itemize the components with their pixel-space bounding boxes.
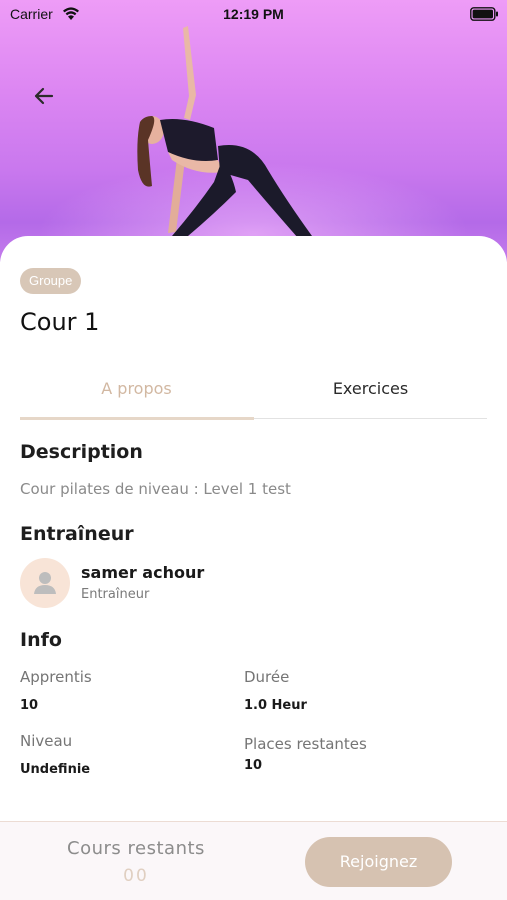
description-heading: Description xyxy=(20,441,143,463)
join-button[interactable]: Rejoignez xyxy=(305,837,452,887)
description-text: Cour pilates de niveau : Level 1 test xyxy=(20,480,291,498)
user-icon xyxy=(34,572,56,594)
tab-exercices[interactable]: Exercices xyxy=(254,368,487,418)
status-bar: Carrier 12:19 PM xyxy=(0,0,507,30)
niveau-value: Undefinie xyxy=(20,762,91,777)
course-title: Cour 1 xyxy=(20,308,100,336)
arrow-left-icon xyxy=(34,87,54,105)
apprentis-value: 10 xyxy=(20,698,39,713)
info-heading: Info xyxy=(20,629,62,651)
tab-bar: A propos Exercices xyxy=(20,368,487,420)
clock: 12:19 PM xyxy=(223,6,284,22)
coach-heading: Entraîneur xyxy=(20,523,134,545)
coach-name: samer achour xyxy=(81,563,205,582)
hero-image xyxy=(0,0,507,262)
battery-icon xyxy=(470,7,498,21)
apprentis-label: Apprentis xyxy=(20,668,92,686)
back-button[interactable] xyxy=(26,78,62,114)
niveau-label: Niveau xyxy=(20,732,73,750)
avatar xyxy=(20,558,70,608)
places-value: 10 xyxy=(244,758,263,773)
duree-value: 1.0 Heur xyxy=(244,698,307,713)
duree-label: Durée xyxy=(244,668,290,686)
places-label: Places restantes xyxy=(244,735,367,753)
active-tab-indicator xyxy=(20,417,254,420)
tab-a-propos[interactable]: A propos xyxy=(20,368,253,418)
remaining-courses-count: 00 xyxy=(123,866,149,886)
coach-role: Entraîneur xyxy=(81,587,150,602)
course-detail-sheet: Groupe Cour 1 A propos Exercices Descrip… xyxy=(0,236,507,822)
remaining-courses-label: Cours restants xyxy=(67,838,205,859)
footer-bar: Cours restants 00 Rejoignez xyxy=(0,821,507,900)
group-badge: Groupe xyxy=(20,268,82,294)
yoga-woman-illustration xyxy=(137,26,312,238)
